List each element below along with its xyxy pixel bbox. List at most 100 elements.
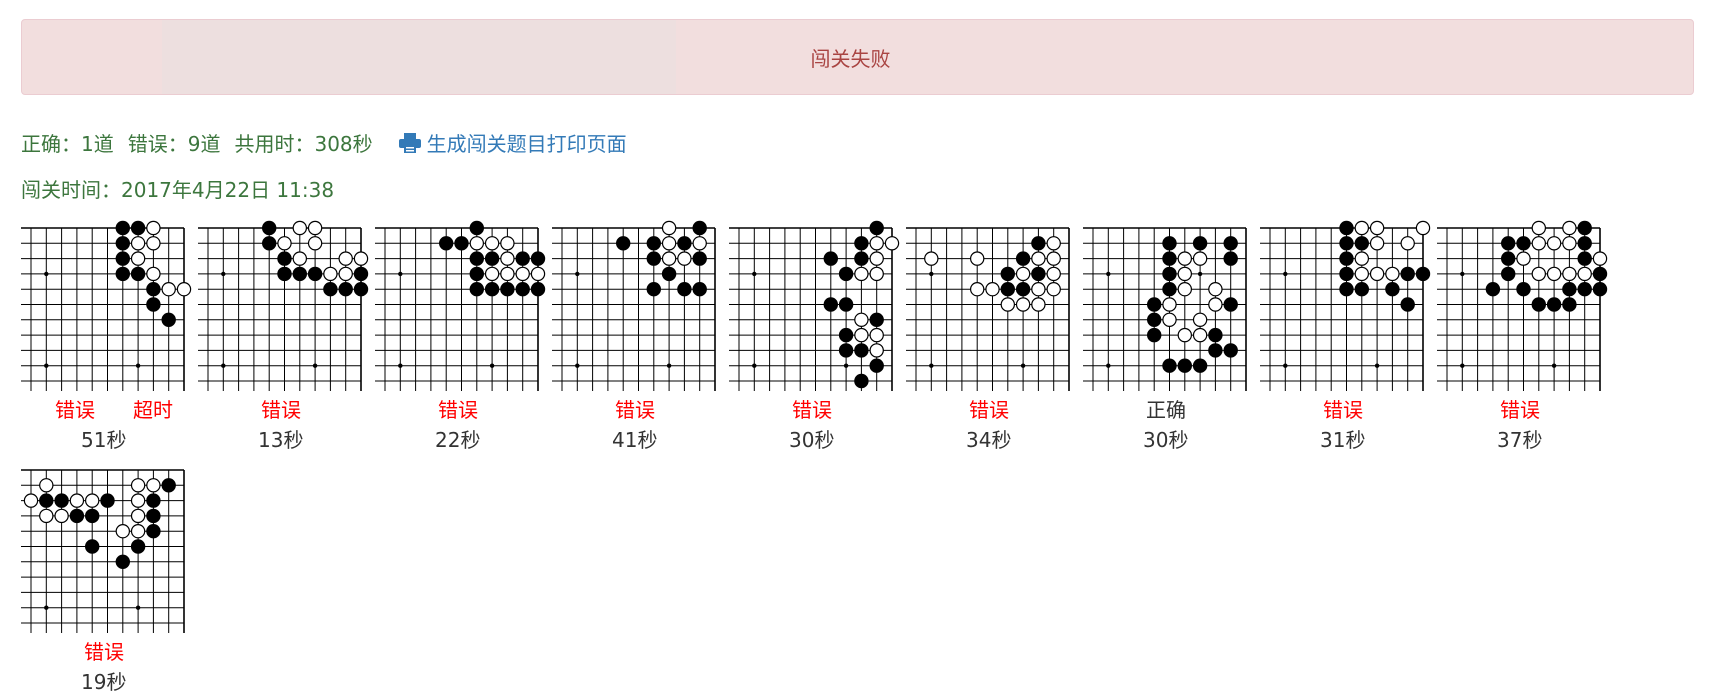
black-stone [1208,343,1223,358]
black-stone [439,236,454,251]
white-stone [161,282,176,297]
print-page-link[interactable]: 生成闯关题目打印页面 [398,128,627,157]
go-board[interactable] [19,216,196,393]
problem-time: 31秒 [1320,428,1366,452]
black-stone [530,251,546,266]
black-stone [469,266,485,282]
problem-status: 错误 [615,398,655,422]
black-stone [1501,266,1516,282]
black-stone [1339,266,1354,282]
problem-status: 错误 [84,640,124,664]
black-stone [1147,297,1162,312]
black-stone [1147,312,1162,328]
black-stone [85,539,100,554]
star-point [398,271,403,277]
white-stone [1354,266,1370,282]
white-stone [23,493,39,508]
black-stone [1562,282,1577,297]
black-stone [515,282,530,297]
star-point [1020,363,1026,368]
black-stone [1192,236,1208,251]
star-point [1460,363,1465,368]
go-board[interactable] [1435,216,1612,393]
go-board[interactable] [373,216,550,393]
black-stone [646,282,662,297]
black-stone [1531,297,1547,312]
star-point [1197,271,1203,277]
white-stone [292,220,308,236]
black-stone [646,251,662,266]
white-stone [484,266,500,282]
black-stone [1546,297,1562,312]
white-stone [854,327,869,343]
white-stone [1046,282,1061,297]
black-stone [1162,358,1177,373]
black-stone [353,282,369,297]
problem-status: 正确 [1146,398,1186,422]
go-board[interactable] [904,216,1081,393]
black-stone [854,236,869,251]
white-stone [661,236,677,251]
white-stone [1562,236,1577,251]
total-time: 共用时：308秒 [234,132,373,156]
correct-count: 正确：1道 [21,132,114,156]
black-stone [262,220,277,236]
black-stone [161,478,176,493]
white-stone [677,251,692,266]
white-stone [1162,297,1177,312]
go-board[interactable] [727,216,904,393]
white-stone [146,266,161,282]
white-stone [469,236,485,251]
star-point [752,271,757,277]
black-stone [515,251,530,266]
go-board[interactable] [1081,216,1258,393]
white-stone [1354,251,1370,266]
black-stone [146,493,161,508]
black-stone [1015,251,1031,266]
black-stone [1516,236,1531,251]
star-point [135,605,141,610]
black-stone [39,493,54,508]
white-stone [661,251,677,266]
go-board[interactable] [1258,216,1435,393]
problem-time: 19秒 [81,670,127,694]
black-stone [1192,358,1208,373]
white-stone [500,266,515,282]
white-stone [130,236,146,251]
black-stone [1162,282,1177,297]
black-stone [854,251,869,266]
star-point [221,271,226,277]
white-stone [176,282,192,297]
white-stone [1031,282,1046,297]
printer-icon [398,132,421,153]
black-stone [1177,358,1193,373]
white-stone [338,251,353,266]
black-stone [161,312,176,328]
go-board[interactable] [19,458,196,635]
white-stone [130,478,146,493]
white-stone [854,312,869,328]
go-board[interactable] [550,216,727,393]
black-stone [1162,251,1177,266]
black-stone [1339,220,1354,236]
white-stone [54,508,69,524]
black-stone [692,220,707,236]
white-stone [1562,220,1577,236]
white-stone [1369,236,1385,251]
failure-alert: 闯关失败 [21,19,1694,95]
black-stone [454,236,469,251]
black-stone [661,266,677,282]
white-stone [869,343,884,358]
white-stone [884,236,900,251]
star-point [44,605,49,610]
white-stone [85,493,100,508]
go-board[interactable] [196,216,373,393]
black-stone [115,236,131,251]
white-stone [692,236,707,251]
challenge-time: 闯关时间：2017年4月22日 11:38 [21,178,335,202]
white-stone [130,508,146,524]
black-stone [484,282,500,297]
problem-status: 错误 [261,398,301,422]
white-stone [530,266,546,282]
star-point [1283,271,1288,277]
